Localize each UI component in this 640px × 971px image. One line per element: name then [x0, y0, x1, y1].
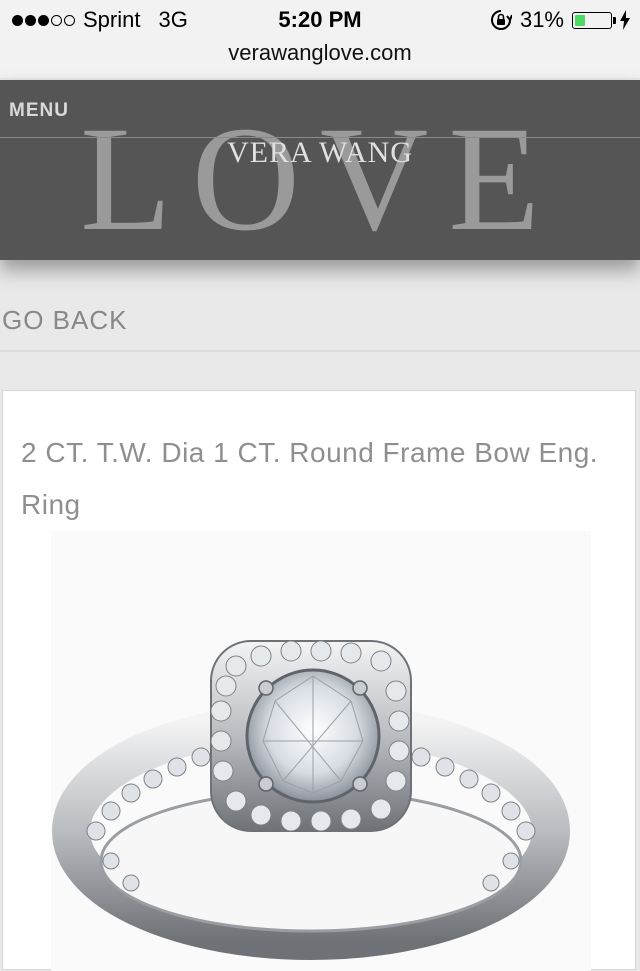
address-bar[interactable]: verawanglove.com: [0, 40, 640, 78]
engagement-ring-image[interactable]: [51, 531, 591, 971]
divider: [0, 350, 640, 352]
battery-level: [575, 14, 585, 26]
battery-percent: 31%: [519, 7, 564, 32]
go-back-link[interactable]: GO BACK: [2, 305, 127, 336]
rotation-lock-icon: [490, 10, 512, 30]
battery-icon: [572, 11, 616, 29]
product-title: 2 CT. T.W. Dia 1 CT. Round Frame Bow Eng…: [21, 437, 599, 520]
charging-bolt-icon: [620, 10, 630, 30]
product-card: 2 CT. T.W. Dia 1 CT. Round Frame Bow Eng…: [2, 390, 636, 971]
status-bar: Sprint 3G 5:20 PM 31%: [0, 0, 640, 40]
logo-love-text: LOVE: [80, 96, 560, 262]
menu-button[interactable]: MENU: [9, 100, 69, 122]
logo-brand-text: VERA WANG: [227, 136, 413, 169]
site-header: LOVE VERA WANG MENU: [0, 80, 640, 260]
menu-divider: [0, 137, 640, 138]
status-right: 31%: [490, 7, 630, 33]
